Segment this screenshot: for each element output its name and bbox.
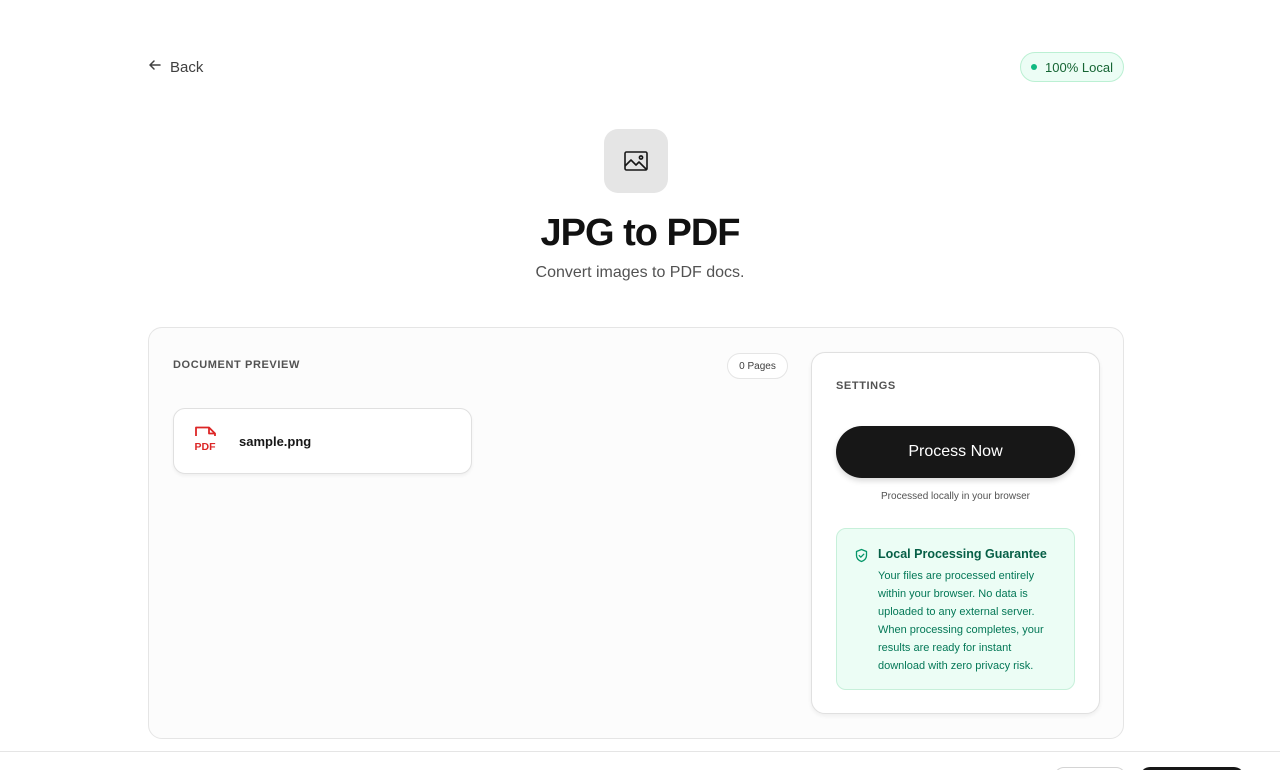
- arrow-left-icon: [148, 58, 162, 76]
- back-label: Back: [170, 58, 204, 76]
- file-name: sample.png: [239, 433, 312, 449]
- pdf-file-icon: PDF: [194, 425, 219, 457]
- page-subtitle: Convert images to PDF docs.: [535, 264, 745, 281]
- badge-label: 100% Local: [1045, 59, 1113, 75]
- document-preview-label: DOCUMENT PREVIEW: [173, 359, 300, 371]
- pdf-icon-text: PDF: [195, 441, 217, 452]
- back-link[interactable]: Back: [148, 58, 203, 76]
- settings-card: SETTINGS Process Now Processed locally i…: [811, 352, 1100, 714]
- page-title: JPG to PDF: [540, 212, 740, 254]
- guarantee-title: Local Processing Guarantee: [878, 547, 1047, 561]
- process-now-button[interactable]: Process Now: [836, 426, 1075, 478]
- local-status-badge: 100% Local: [1020, 52, 1124, 82]
- settings-label: SETTINGS: [836, 380, 896, 392]
- pages-count-badge: 0 Pages: [727, 353, 788, 379]
- workspace-panel: DOCUMENT PREVIEW 0 Pages PDF sample.png …: [148, 327, 1124, 739]
- process-note: Processed locally in your browser: [881, 491, 1030, 502]
- local-guarantee-notice: Local Processing Guarantee Your files ar…: [836, 528, 1075, 690]
- guarantee-body: Your files are processed entirely within…: [878, 570, 1044, 672]
- file-card[interactable]: PDF sample.png: [173, 408, 472, 474]
- status-dot-icon: [1031, 64, 1038, 70]
- image-icon: [604, 129, 668, 193]
